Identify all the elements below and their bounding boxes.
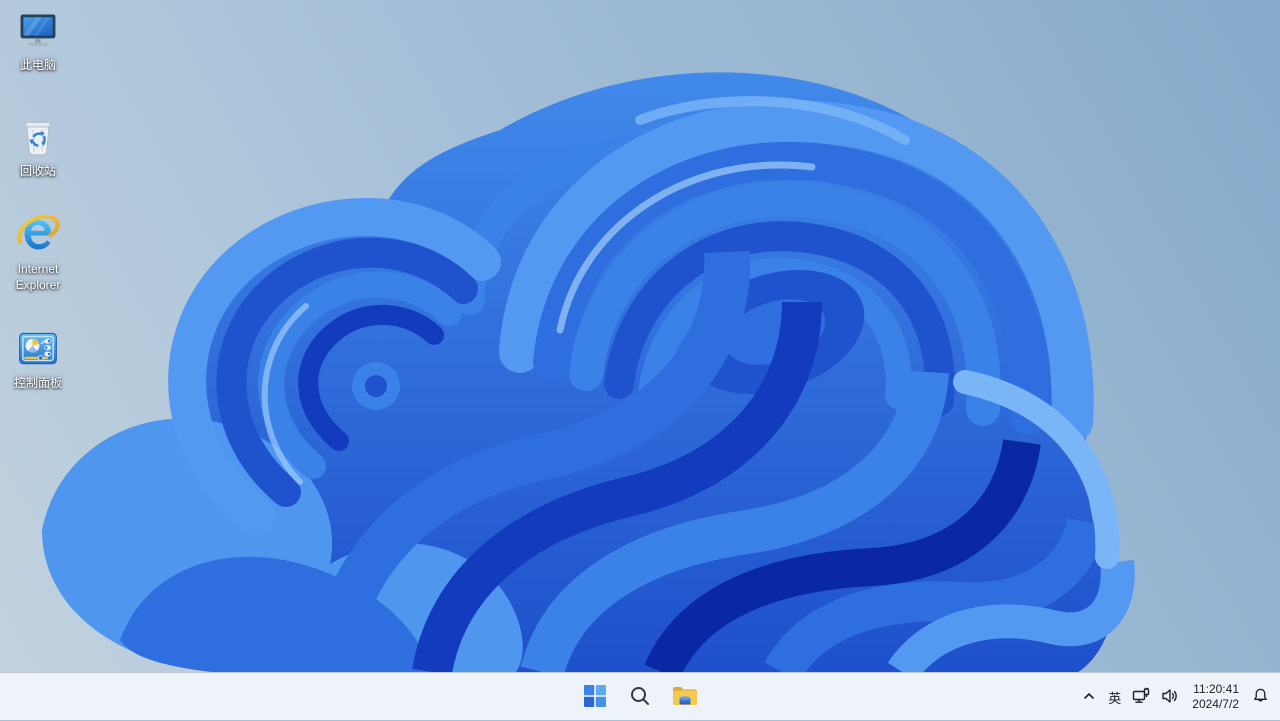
desktop-icon-label: Internet Explorer xyxy=(15,262,61,292)
this-pc-icon xyxy=(15,8,61,54)
input-language-indicator[interactable]: 英 xyxy=(1103,677,1126,717)
taskbar-center-icons xyxy=(575,673,705,721)
desktop-icon-recycle-bin[interactable]: 回收站 xyxy=(0,114,76,180)
desktop-icon-control-panel[interactable]: 控制面板 xyxy=(0,326,76,392)
file-explorer-button[interactable] xyxy=(665,677,705,717)
desktop-icon-label: 回收站 xyxy=(19,164,56,178)
wallpaper-bloom xyxy=(0,0,1280,720)
start-button[interactable] xyxy=(575,677,615,717)
clock-date: 2024/7/2 xyxy=(1192,697,1239,711)
ethernet-network-icon xyxy=(1132,687,1150,708)
taskbar: 英 11:20:41 2024/7/2 xyxy=(0,672,1280,720)
notification-center-button[interactable] xyxy=(1247,677,1274,717)
windows-logo-icon xyxy=(584,684,606,710)
bell-icon xyxy=(1252,687,1269,707)
control-panel-icon xyxy=(15,326,61,372)
network-button[interactable] xyxy=(1127,677,1155,717)
speaker-icon xyxy=(1161,687,1179,708)
clock[interactable]: 11:20:41 2024/7/2 xyxy=(1185,677,1246,717)
chevron-up-icon xyxy=(1081,688,1097,707)
search-icon xyxy=(629,685,651,710)
internet-explorer-icon xyxy=(15,212,61,258)
volume-button[interactable] xyxy=(1156,677,1184,717)
desktop-icon-this-pc[interactable]: 此电脑 xyxy=(0,8,76,74)
folder-icon xyxy=(672,685,698,710)
recycle-bin-icon xyxy=(15,114,61,160)
tray-overflow-chevron-button[interactable] xyxy=(1076,677,1102,717)
search-button[interactable] xyxy=(620,677,660,717)
desktop-icon-label: 此电脑 xyxy=(19,58,56,72)
system-tray: 英 11:20:41 2024/7/2 xyxy=(1076,673,1274,721)
clock-time: 11:20:41 xyxy=(1193,682,1239,696)
desktop-icon-label: 控制面板 xyxy=(13,376,62,390)
desktop-icon-internet-explorer[interactable]: Internet Explorer xyxy=(0,212,76,293)
desktop[interactable]: 此电脑 回收站 Internet Explorer 控制面板 英 11:20:4… xyxy=(0,0,1280,720)
